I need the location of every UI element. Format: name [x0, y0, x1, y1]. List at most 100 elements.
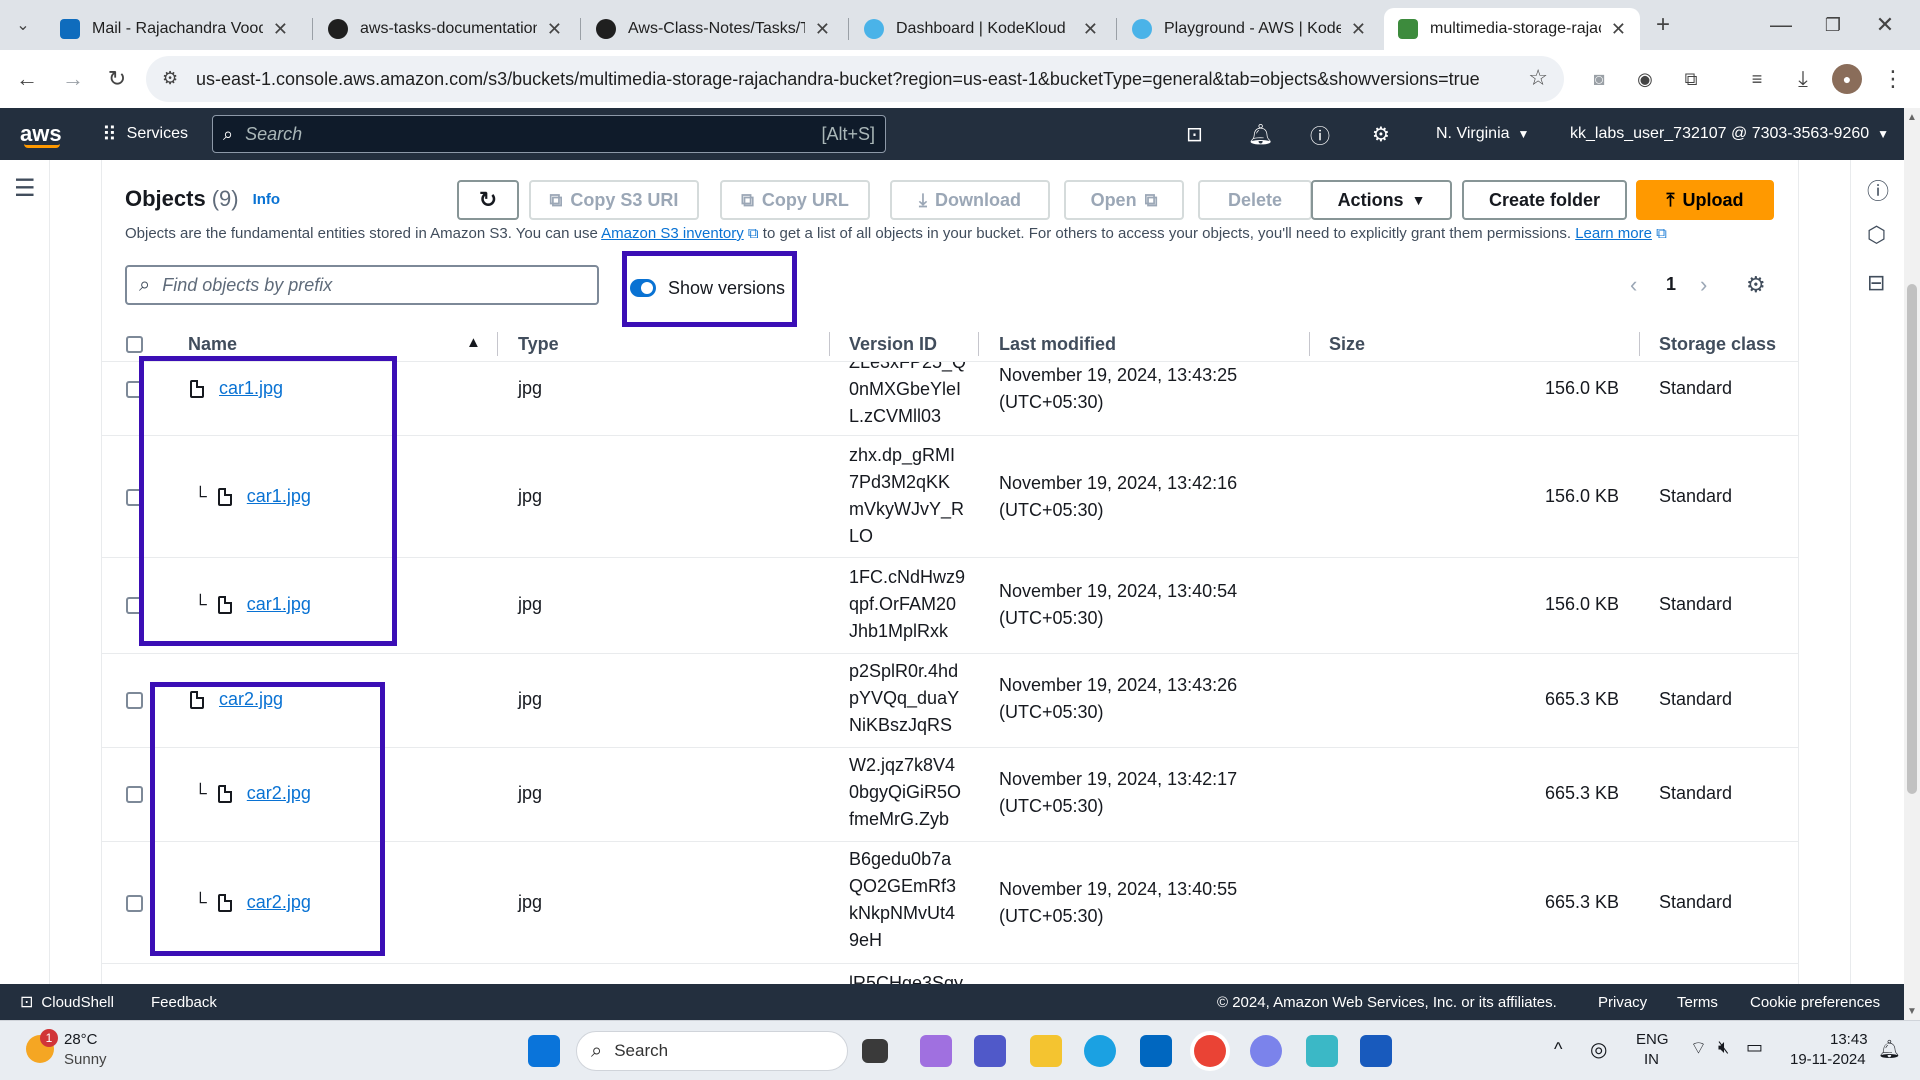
scroll-up-arrow-icon[interactable]: ▲ — [1907, 112, 1917, 123]
browser-tab-s3-active[interactable]: multimedia-storage-rajach ✕ — [1384, 8, 1640, 50]
minimize-icon[interactable]: — — [1766, 10, 1796, 40]
select-all-checkbox[interactable] — [126, 336, 143, 353]
bookmark-star-icon[interactable]: ☆ — [1528, 65, 1548, 91]
close-icon[interactable]: ✕ — [547, 19, 562, 40]
window-close-icon[interactable]: ✕ — [1870, 10, 1900, 40]
weather-temperature[interactable]: 28°C — [64, 1031, 98, 1048]
close-icon[interactable]: ✕ — [273, 19, 288, 40]
clock-time[interactable]: 13:43 — [1830, 1031, 1868, 1048]
app-icon[interactable] — [1250, 1035, 1282, 1067]
taskbar-search-box[interactable]: ⌕ Search — [576, 1031, 848, 1071]
word-icon[interactable] — [1360, 1035, 1392, 1067]
browser-tab-github-notes[interactable]: Aws-Class-Notes/Tasks/Tas ✕ — [582, 8, 844, 50]
account-menu[interactable]: kk_labs_user_732107 @ 7303-3563-9260 ▼ — [1570, 108, 1889, 160]
extension-glasses-icon[interactable]: ◉ — [1630, 64, 1660, 94]
language-indicator[interactable]: ENG — [1636, 1031, 1669, 1048]
help-icon[interactable]: ⓘ — [1310, 108, 1330, 160]
delete-button[interactable]: Delete — [1198, 180, 1312, 220]
learn-more-link[interactable]: Learn more — [1575, 225, 1652, 242]
shield-icon[interactable]: ⬡ — [1867, 222, 1886, 248]
feedback-link[interactable]: Feedback — [151, 984, 217, 1020]
extensions-puzzle-icon[interactable]: ⧉ — [1676, 64, 1706, 94]
site-settings-icon[interactable]: ⚙ — [162, 68, 178, 89]
region-selector[interactable]: N. Virginia ▼ — [1436, 108, 1529, 160]
file-explorer-icon[interactable] — [1030, 1035, 1062, 1067]
split-panel-icon[interactable]: ⊟ — [1867, 270, 1885, 296]
show-hidden-icons-chevron-icon[interactable]: ^ — [1554, 1039, 1562, 1060]
privacy-link[interactable]: Privacy — [1598, 984, 1647, 1020]
sort-ascending-icon[interactable]: ▲ — [466, 334, 481, 351]
toggle-switch[interactable] — [630, 279, 656, 297]
row-checkbox[interactable] — [126, 786, 143, 803]
volume-muted-icon[interactable]: 🔇︎ — [1718, 1037, 1729, 1058]
close-icon[interactable]: ✕ — [1351, 19, 1366, 40]
page-number[interactable]: 1 — [1666, 274, 1676, 295]
services-menu[interactable]: ⠿ Services — [102, 108, 188, 160]
create-folder-button[interactable]: Create folder — [1462, 180, 1627, 220]
download-button[interactable]: ⤓ Download — [890, 180, 1050, 220]
teams-icon[interactable] — [974, 1035, 1006, 1067]
network-icon[interactable]: ◎ — [1590, 1037, 1607, 1062]
battery-icon[interactable]: ▭ — [1746, 1037, 1763, 1058]
microsoft-store-icon[interactable] — [1140, 1035, 1172, 1067]
info-panel-icon[interactable]: ⓘ — [1867, 174, 1889, 206]
notification-bell-icon[interactable]: 🔔︎ — [1878, 1039, 1901, 1060]
settings-gear-icon[interactable]: ⚙ — [1372, 108, 1390, 160]
page-scrollbar[interactable]: ▲ ▼ — [1904, 108, 1920, 1024]
media-control-icon[interactable]: ≡ — [1742, 64, 1772, 94]
column-header-version-id[interactable]: Version ID — [849, 328, 937, 360]
forward-arrow-icon[interactable]: → — [58, 64, 88, 94]
row-checkbox[interactable] — [126, 692, 143, 709]
wifi-icon[interactable]: ⌔ — [1690, 1037, 1707, 1060]
cloudshell-footer-button[interactable]: ⊡ CloudShell — [20, 984, 114, 1020]
scroll-down-arrow-icon[interactable]: ▼ — [1907, 1006, 1917, 1017]
column-header-storage-class[interactable]: Storage class — [1659, 328, 1776, 360]
close-icon[interactable]: ✕ — [1611, 19, 1626, 40]
cookie-preferences-link[interactable]: Cookie preferences — [1750, 984, 1880, 1020]
aws-logo[interactable]: aws — [20, 108, 62, 160]
actions-dropdown-button[interactable]: Actions ▼ — [1311, 180, 1452, 220]
download-icon[interactable]: ⤓ — [1788, 64, 1818, 94]
new-tab-plus-icon[interactable]: + — [1648, 10, 1678, 40]
browser-menu-icon[interactable]: ⋮ — [1878, 64, 1908, 94]
aws-search-input[interactable]: ⌕ Search [Alt+S] — [212, 115, 886, 153]
copy-s3-uri-button[interactable]: ⧉ Copy S3 URI — [529, 180, 699, 220]
chrome-icon[interactable] — [1194, 1035, 1226, 1067]
upload-button[interactable]: ⤒ Upload — [1636, 180, 1774, 220]
hamburger-menu-icon[interactable]: ☰ — [14, 174, 36, 203]
task-view-icon[interactable] — [862, 1039, 888, 1063]
tab-search-chevron-icon[interactable]: ⌄ — [8, 10, 38, 40]
row-checkbox[interactable] — [126, 895, 143, 912]
url-omnibox[interactable]: ⚙ us-east-1.console.aws.amazon.com/s3/bu… — [146, 56, 1564, 102]
filter-objects-input[interactable]: ⌕ Find objects by prefix — [125, 265, 599, 305]
table-settings-gear-icon[interactable]: ⚙ — [1746, 272, 1766, 298]
column-header-size[interactable]: Size — [1329, 328, 1365, 360]
scrollbar-thumb[interactable] — [1907, 284, 1917, 794]
prev-page-chevron-icon[interactable]: ‹ — [1630, 272, 1637, 298]
cloudshell-icon[interactable]: ⊡ — [1186, 108, 1203, 160]
camera-icon[interactable]: ◙ — [1584, 64, 1614, 94]
reload-icon[interactable]: ↻ — [102, 64, 132, 94]
info-link[interactable]: Info — [253, 191, 281, 208]
copilot-icon[interactable] — [920, 1035, 952, 1067]
s3-inventory-link[interactable]: Amazon S3 inventory — [601, 225, 744, 242]
notifications-bell-icon[interactable]: 🔔︎ — [1248, 108, 1273, 160]
show-versions-toggle[interactable]: Show versions — [630, 270, 785, 306]
next-page-chevron-icon[interactable]: › — [1700, 272, 1707, 298]
refresh-button[interactable]: ↻ — [457, 180, 519, 220]
column-header-type[interactable]: Type — [518, 328, 559, 360]
close-icon[interactable]: ✕ — [815, 19, 830, 40]
browser-tab-github-docs[interactable]: aws-tasks-documentation/ ✕ — [314, 8, 576, 50]
browser-tab-mail[interactable]: Mail - Rajachandra Voodig ✕ — [46, 8, 302, 50]
browser-tab-kodekloud-playground[interactable]: Playground - AWS | KodeK ✕ — [1118, 8, 1380, 50]
copy-url-button[interactable]: ⧉ Copy URL — [720, 180, 870, 220]
browser-tab-kodekloud-dashboard[interactable]: Dashboard | KodeKloud ✕ — [850, 8, 1112, 50]
open-button[interactable]: Open ⧉ — [1064, 180, 1184, 220]
profile-avatar[interactable]: ● — [1832, 64, 1862, 94]
terms-link[interactable]: Terms — [1677, 984, 1718, 1020]
windows-start-icon[interactable] — [528, 1035, 560, 1067]
snipping-tool-icon[interactable] — [1306, 1035, 1338, 1067]
restore-icon[interactable]: ❐ — [1818, 10, 1848, 40]
edge-browser-icon[interactable] — [1084, 1035, 1116, 1067]
close-icon[interactable]: ✕ — [1083, 19, 1098, 40]
